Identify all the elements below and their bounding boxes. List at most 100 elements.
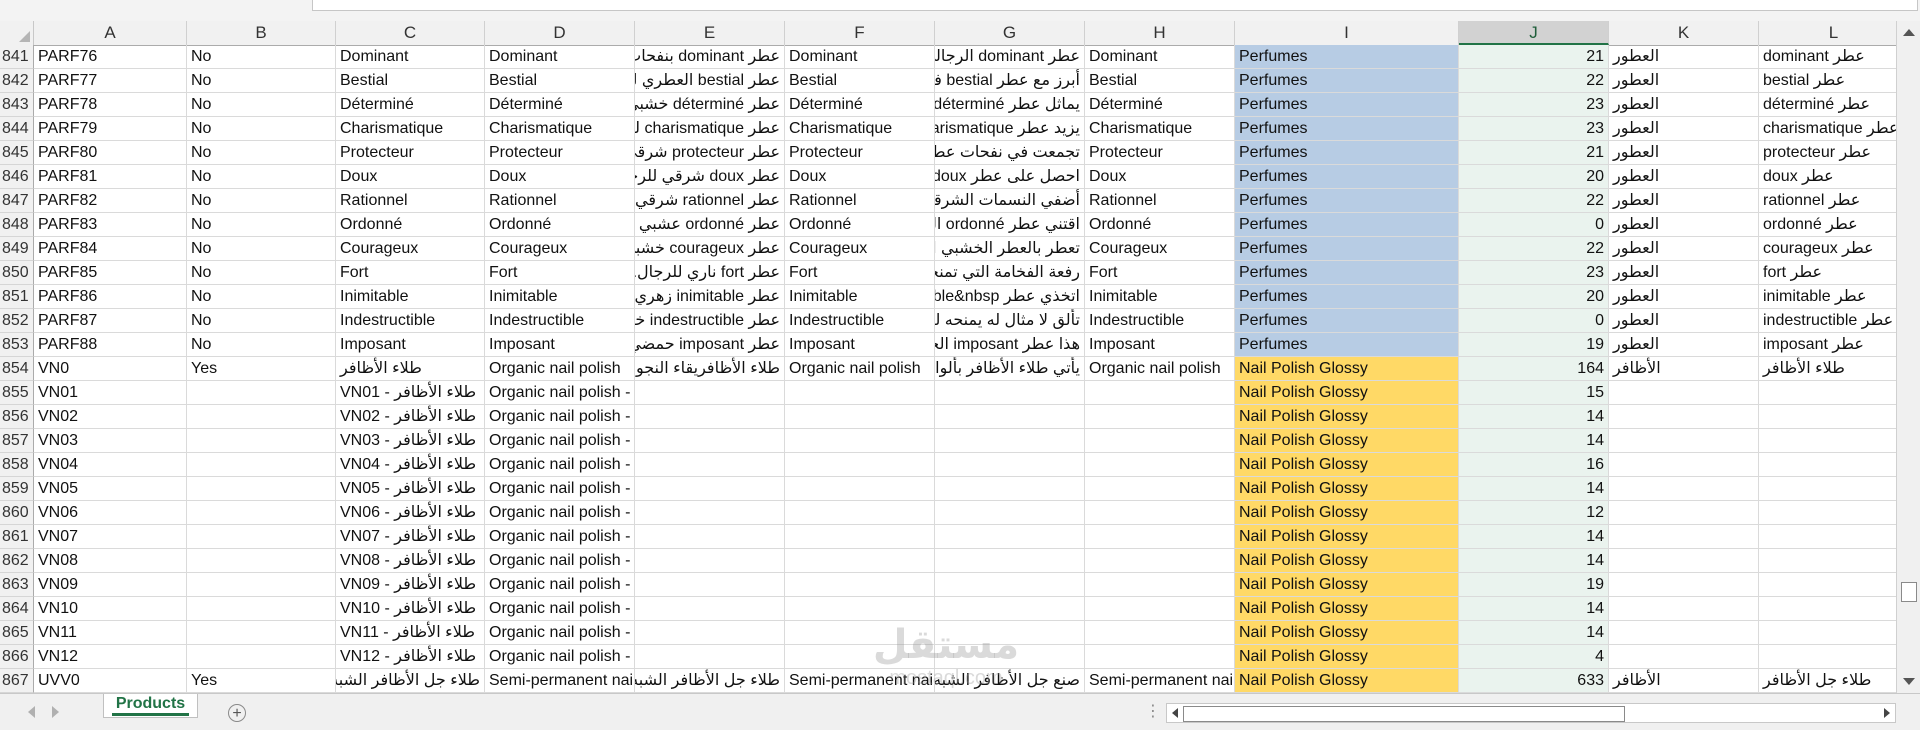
row-header[interactable]: 858 bbox=[0, 453, 34, 477]
cell-d[interactable]: Organic nail polish - VN04 bbox=[485, 453, 635, 477]
cell-h[interactable]: Déterminé bbox=[1085, 93, 1235, 117]
cell-i[interactable]: Nail Polish Glossy bbox=[1235, 597, 1459, 621]
cell-h[interactable]: Indestructible bbox=[1085, 309, 1235, 333]
cell-f[interactable]: Dominant bbox=[785, 45, 935, 69]
column-header-a[interactable]: A bbox=[34, 21, 187, 45]
cell-g[interactable] bbox=[935, 597, 1085, 621]
cell-l[interactable] bbox=[1759, 477, 1896, 501]
cell-c[interactable]: Ordonné bbox=[336, 213, 485, 237]
cell-c[interactable]: طلاء جل الأظافر الشبه دائم bbox=[336, 669, 485, 693]
cell-c[interactable]: طلاء الأظافر bbox=[336, 357, 485, 381]
spreadsheet-grid[interactable]: ABCDEFGHIJKL 841 PARF76 No Dominant Dominant… bbox=[0, 21, 1896, 693]
cell-a[interactable]: PARF78 bbox=[34, 93, 187, 117]
scroll-up-icon[interactable] bbox=[1903, 29, 1915, 36]
cell-j[interactable]: 14 bbox=[1459, 597, 1609, 621]
cell-k[interactable] bbox=[1609, 573, 1759, 597]
cell-j[interactable]: 164 bbox=[1459, 357, 1609, 381]
cell-h[interactable]: Imposant bbox=[1085, 333, 1235, 357]
cell-f[interactable] bbox=[785, 621, 935, 645]
cell-f[interactable] bbox=[785, 501, 935, 525]
cell-l[interactable] bbox=[1759, 405, 1896, 429]
cell-b[interactable]: No bbox=[187, 45, 336, 69]
cell-a[interactable]: PARF81 bbox=[34, 165, 187, 189]
cell-h[interactable]: Courageux bbox=[1085, 237, 1235, 261]
cell-i[interactable]: Nail Polish Glossy bbox=[1235, 453, 1459, 477]
cell-l[interactable] bbox=[1759, 549, 1896, 573]
cell-k[interactable]: العطور bbox=[1609, 93, 1759, 117]
cell-f[interactable] bbox=[785, 405, 935, 429]
cell-d[interactable]: Protecteur bbox=[485, 141, 635, 165]
row-header[interactable]: 849 bbox=[0, 237, 34, 261]
cell-c[interactable]: Doux bbox=[336, 165, 485, 189]
cell-g[interactable] bbox=[935, 453, 1085, 477]
cell-i[interactable]: Perfumes bbox=[1235, 261, 1459, 285]
cell-j[interactable]: 14 bbox=[1459, 549, 1609, 573]
cell-d[interactable]: Organic nail polish - VN01 bbox=[485, 381, 635, 405]
cell-e[interactable]: عطر protecteur شرقي bbox=[635, 141, 785, 165]
cell-b[interactable] bbox=[187, 549, 336, 573]
cell-f[interactable] bbox=[785, 381, 935, 405]
cell-k[interactable]: العطور bbox=[1609, 309, 1759, 333]
cell-k[interactable]: العطور bbox=[1609, 237, 1759, 261]
cell-d[interactable]: Rationnel bbox=[485, 189, 635, 213]
cell-f[interactable] bbox=[785, 549, 935, 573]
cell-i[interactable]: Nail Polish Glossy bbox=[1235, 645, 1459, 669]
cell-f[interactable] bbox=[785, 645, 935, 669]
cell-h[interactable]: Charismatique bbox=[1085, 117, 1235, 141]
column-header-c[interactable]: C bbox=[336, 21, 485, 45]
column-header-l[interactable]: L bbox=[1759, 21, 1896, 45]
cell-e[interactable] bbox=[635, 501, 785, 525]
cell-h[interactable]: Rationnel bbox=[1085, 189, 1235, 213]
cell-g[interactable]: أبرز مع عطر bestial فخامة bbox=[935, 69, 1085, 93]
prev-sheet-icon[interactable] bbox=[28, 706, 35, 718]
cell-f[interactable]: Protecteur bbox=[785, 141, 935, 165]
column-header-h[interactable]: H bbox=[1085, 21, 1235, 45]
cell-j[interactable]: 15 bbox=[1459, 381, 1609, 405]
horizontal-scroll-thumb[interactable] bbox=[1183, 706, 1625, 722]
cell-d[interactable]: Courageux bbox=[485, 237, 635, 261]
cell-d[interactable]: Bestial bbox=[485, 69, 635, 93]
vertical-scrollbar[interactable] bbox=[1896, 21, 1920, 693]
cell-l[interactable]: عطر déterminé bbox=[1759, 93, 1896, 117]
cell-g[interactable] bbox=[935, 477, 1085, 501]
cell-d[interactable]: Organic nail polish - VN12 bbox=[485, 645, 635, 669]
cell-e[interactable]: عطر rationnel شرقي للرجال bbox=[635, 189, 785, 213]
cell-f[interactable] bbox=[785, 525, 935, 549]
cell-b[interactable]: No bbox=[187, 117, 336, 141]
cell-d[interactable]: Inimitable bbox=[485, 285, 635, 309]
column-header-f[interactable]: F bbox=[785, 21, 935, 45]
cell-c[interactable]: طلاء الأظافر - VN12 bbox=[336, 645, 485, 669]
row-header[interactable]: 854 bbox=[0, 357, 34, 381]
cell-b[interactable] bbox=[187, 573, 336, 597]
cell-d[interactable]: Charismatique bbox=[485, 117, 635, 141]
cell-g[interactable] bbox=[935, 405, 1085, 429]
cell-f[interactable]: Déterminé bbox=[785, 93, 935, 117]
cell-a[interactable]: PARF87 bbox=[34, 309, 187, 333]
cell-b[interactable]: Yes bbox=[187, 669, 336, 693]
cell-c[interactable]: طلاء الأظافر - VN10 bbox=[336, 597, 485, 621]
cell-j[interactable]: 0 bbox=[1459, 309, 1609, 333]
cell-f[interactable]: Imposant bbox=[785, 333, 935, 357]
cell-j[interactable]: 21 bbox=[1459, 45, 1609, 69]
formula-input[interactable] bbox=[312, 0, 1918, 11]
cell-k[interactable]: العطور bbox=[1609, 69, 1759, 93]
row-header[interactable]: 848 bbox=[0, 213, 34, 237]
cell-i[interactable]: Perfumes bbox=[1235, 237, 1459, 261]
cell-f[interactable]: Semi-permanent nail polish bbox=[785, 669, 935, 693]
cell-e[interactable]: عطر inimitable زهري bbox=[635, 285, 785, 309]
next-sheet-icon[interactable] bbox=[52, 706, 59, 718]
cell-d[interactable]: Dominant bbox=[485, 45, 635, 69]
cell-b[interactable]: No bbox=[187, 165, 336, 189]
cell-i[interactable]: Nail Polish Glossy bbox=[1235, 357, 1459, 381]
cell-e[interactable]: عطر charismatique للرجال bbox=[635, 117, 785, 141]
cell-i[interactable]: Nail Polish Glossy bbox=[1235, 405, 1459, 429]
cell-j[interactable]: 0 bbox=[1459, 213, 1609, 237]
cell-j[interactable]: 14 bbox=[1459, 621, 1609, 645]
cell-c[interactable]: Indestructible bbox=[336, 309, 485, 333]
cell-a[interactable]: PARF84 bbox=[34, 237, 187, 261]
cell-b[interactable] bbox=[187, 621, 336, 645]
cell-j[interactable]: 16 bbox=[1459, 453, 1609, 477]
cell-a[interactable]: VN09 bbox=[34, 573, 187, 597]
cell-b[interactable] bbox=[187, 453, 336, 477]
cell-l[interactable]: عطر imposant bbox=[1759, 333, 1896, 357]
